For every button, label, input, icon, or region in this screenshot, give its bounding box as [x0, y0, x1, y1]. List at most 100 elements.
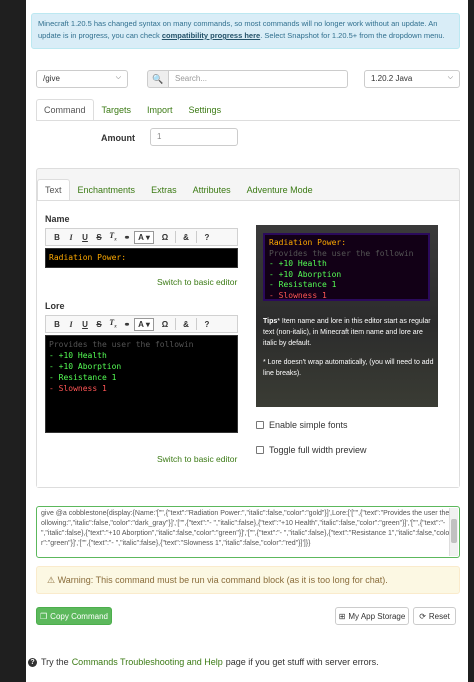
- help-icon[interactable]: ?: [200, 233, 214, 242]
- copy-command-label: Copy Command: [50, 611, 108, 621]
- simple-fonts-checkbox[interactable]: [256, 421, 264, 429]
- tab-attributes[interactable]: Attributes: [185, 179, 239, 200]
- name-editor[interactable]: Radiation Power:: [45, 248, 238, 268]
- omega-icon[interactable]: Ω: [158, 233, 172, 242]
- tab-adventure-mode[interactable]: Adventure Mode: [239, 179, 321, 200]
- bold-icon[interactable]: B: [50, 320, 64, 329]
- tips-text-2: * Lore doesn't wrap automatically, (you …: [263, 359, 434, 377]
- sub-tabs: Text Enchantments Extras Attributes Adve…: [37, 179, 321, 200]
- question-circle-icon: ?: [28, 657, 37, 667]
- my-app-storage-label: My App Storage: [348, 611, 406, 621]
- left-dark-strip: [0, 0, 26, 682]
- command-select[interactable]: /give ⌵: [36, 70, 128, 88]
- full-width-label: Toggle full width preview: [269, 445, 367, 455]
- text-color-icon[interactable]: A ▾: [134, 317, 154, 331]
- main-tabs: Command Targets Import Settings: [36, 99, 229, 120]
- toolbar-separator: [175, 231, 176, 243]
- reset-button[interactable]: ⟳ Reset: [413, 607, 456, 625]
- warning-text: Warning: This command must be run via co…: [57, 575, 388, 585]
- full-width-checkbox[interactable]: [256, 446, 264, 454]
- lore-line: - Resistance 1: [49, 373, 117, 382]
- tab-command[interactable]: Command: [36, 99, 94, 120]
- right-dark-strip: [468, 0, 474, 682]
- footer-help: ? Try the Commands Troubleshooting and H…: [28, 657, 379, 667]
- obfuscate-icon[interactable]: &: [179, 233, 193, 242]
- info-alert: Minecraft 1.20.5 has changed syntax on m…: [31, 13, 460, 49]
- main-tabs-divider: [36, 120, 460, 121]
- command-select-value: /give: [43, 74, 60, 83]
- tab-extras[interactable]: Extras: [143, 179, 185, 200]
- tab-settings[interactable]: Settings: [181, 99, 230, 120]
- amount-label: Amount: [101, 133, 135, 143]
- search-button[interactable]: 🔍: [147, 70, 169, 88]
- lore-label: Lore: [45, 301, 65, 311]
- preview-title: Radiation Power:: [269, 238, 347, 247]
- clear-format-icon[interactable]: Tx: [106, 231, 120, 243]
- tips-heading: Tips: [263, 318, 278, 325]
- strikethrough-icon[interactable]: S: [92, 233, 106, 242]
- amount-input[interactable]: 1: [150, 128, 238, 146]
- lore-switch-basic-editor-link[interactable]: Switch to basic editor: [157, 454, 237, 464]
- search-icon: 🔍: [152, 74, 164, 84]
- reset-label: Reset: [428, 611, 450, 621]
- chevron-down-icon: ⌵: [447, 74, 453, 81]
- my-app-storage-button[interactable]: ⊞ My App Storage: [335, 607, 409, 625]
- toolbar-separator: [196, 318, 197, 330]
- version-select[interactable]: 1.20.2 Java ⌵: [364, 70, 460, 88]
- preview-line: - Resistance 1: [269, 280, 337, 289]
- tab-targets[interactable]: Targets: [94, 99, 140, 120]
- compatibility-progress-link[interactable]: compatibility progress here: [162, 31, 260, 40]
- lore-line: Provides the user the followin: [49, 340, 194, 349]
- preview-line: Provides the user the followin: [269, 248, 414, 258]
- name-editor-text: Radiation Power:: [49, 253, 127, 262]
- command-output[interactable]: give @a cobblestone{display:{Name:'["",{…: [36, 506, 460, 558]
- underline-icon[interactable]: U: [78, 320, 92, 329]
- tab-import[interactable]: Import: [139, 99, 181, 120]
- plus-box-icon: ⊞: [338, 611, 346, 621]
- preview-line: - Slowness 1: [269, 290, 327, 300]
- italic-icon[interactable]: I: [64, 320, 78, 329]
- copy-command-button[interactable]: ❐ Copy Command: [36, 607, 112, 625]
- warning-icon: ⚠: [47, 575, 58, 585]
- tooltip-preview: Radiation Power: Provides the user the f…: [263, 233, 430, 301]
- search-input[interactable]: Search...: [168, 70, 348, 88]
- lore-line: - +10 Health: [49, 351, 107, 360]
- name-toolbar: B I U S Tx ⚭ A ▾ Ω & ?: [45, 228, 238, 246]
- underline-icon[interactable]: U: [78, 233, 92, 242]
- name-switch-basic-editor-link[interactable]: Switch to basic editor: [157, 277, 237, 287]
- footer-text-before: Try the: [41, 657, 69, 667]
- version-select-value: 1.20.2 Java: [371, 74, 413, 83]
- preview-tips: Tips* Item name and lore in this editor …: [263, 316, 435, 379]
- copy-icon: ❐: [40, 611, 48, 621]
- simple-fonts-option[interactable]: Enable simple fonts: [256, 420, 348, 430]
- name-label: Name: [45, 214, 70, 224]
- tab-enchantments[interactable]: Enchantments: [70, 179, 144, 200]
- preview-line: - +10 Health: [269, 259, 327, 268]
- lore-line: - +10 Aborption: [49, 362, 122, 371]
- toolbar-separator: [175, 318, 176, 330]
- troubleshooting-help-link[interactable]: Commands Troubleshooting and Help: [72, 657, 223, 667]
- omega-icon[interactable]: Ω: [158, 320, 172, 329]
- info-text-2: . Select Snapshot for 1.20.5+ from the d…: [260, 31, 445, 40]
- link-icon[interactable]: ⚭: [120, 233, 134, 242]
- scrollbar-thumb[interactable]: [451, 519, 457, 543]
- full-width-option[interactable]: Toggle full width preview: [256, 445, 367, 455]
- link-icon[interactable]: ⚭: [120, 320, 134, 329]
- preview-line: - +10 Aborption: [269, 269, 342, 279]
- strikethrough-icon[interactable]: S: [92, 320, 106, 329]
- bold-icon[interactable]: B: [50, 233, 64, 242]
- help-icon[interactable]: ?: [200, 320, 214, 329]
- chevron-down-icon: ⌵: [115, 74, 121, 81]
- lore-toolbar: B I U S Tx ⚭ A ▾ Ω & ?: [45, 315, 238, 333]
- text-color-icon[interactable]: A ▾: [134, 230, 154, 244]
- obfuscate-icon[interactable]: &: [179, 320, 193, 329]
- warning-alert: ⚠ Warning: This command must be run via …: [36, 566, 460, 594]
- italic-icon[interactable]: I: [64, 233, 78, 242]
- simple-fonts-label: Enable simple fonts: [269, 420, 348, 430]
- toolbar-separator: [196, 231, 197, 243]
- lore-editor[interactable]: Provides the user the followin - +10 Hea…: [45, 335, 238, 433]
- lore-line: - Slowness 1: [49, 384, 107, 393]
- command-output-scrollbar[interactable]: [449, 508, 458, 556]
- tab-text[interactable]: Text: [37, 179, 70, 200]
- clear-format-icon[interactable]: Tx: [106, 318, 120, 330]
